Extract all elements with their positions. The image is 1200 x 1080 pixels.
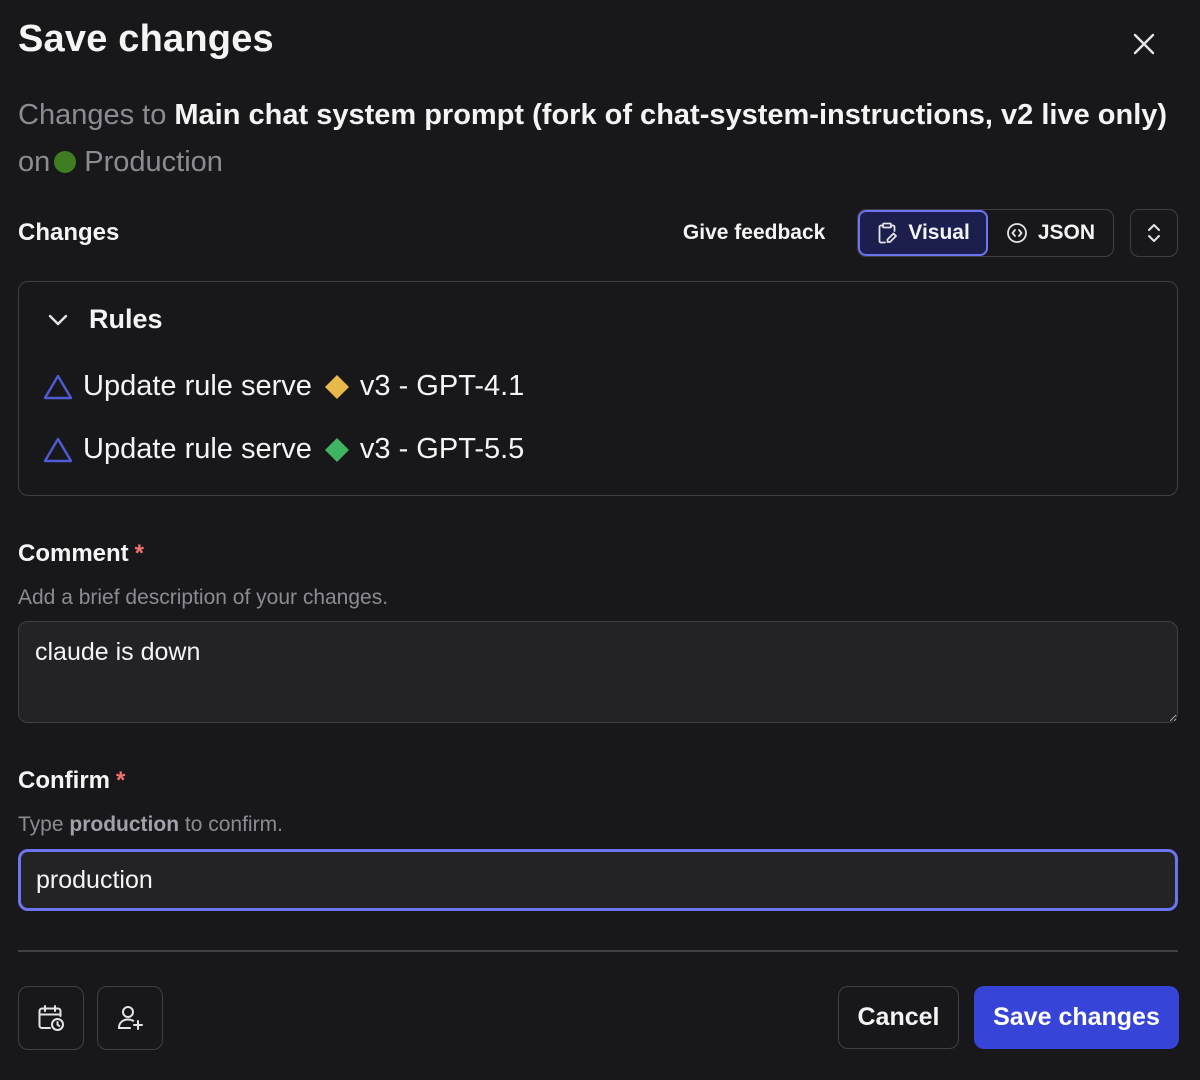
- rule-variant-name: v3 - GPT-4.1: [359, 370, 525, 402]
- close-button[interactable]: [1128, 28, 1160, 60]
- clipboard-edit-icon: [878, 222, 898, 244]
- rules-panel: Rules Update rule serve v3 - GPT-4.1 Upd…: [18, 281, 1178, 496]
- schedule-button[interactable]: [18, 986, 84, 1050]
- comment-label: Comment *: [18, 540, 144, 568]
- environment-status-dot: [54, 151, 77, 173]
- confirm-help-prefix: Type: [18, 813, 64, 836]
- calendar-clock-icon: [38, 1005, 64, 1031]
- user-plus-icon: [118, 1006, 143, 1030]
- triangle-icon: [43, 374, 73, 399]
- triangle-icon: [43, 437, 73, 462]
- close-icon: [1133, 33, 1155, 55]
- cancel-button[interactable]: Cancel: [838, 986, 959, 1049]
- rule-variant-name: v3 - GPT-5.5: [359, 433, 525, 465]
- save-changes-dialog: Save changes Changes to Main chat system…: [0, 0, 1200, 1080]
- rules-collapse-toggle[interactable]: Rules: [47, 304, 163, 335]
- subtitle-prefix: Changes to: [18, 99, 167, 131]
- confirm-input[interactable]: [18, 849, 1178, 911]
- dialog-subtitle: Changes to Main chat system prompt (fork…: [18, 92, 1178, 186]
- save-changes-button[interactable]: Save changes: [974, 986, 1179, 1049]
- chevron-down-icon: [48, 314, 68, 325]
- required-mark: *: [134, 540, 145, 567]
- confirm-help: Type production to confirm.: [18, 813, 283, 837]
- tab-json-label: JSON: [1037, 221, 1095, 244]
- tab-visual-label: Visual: [908, 221, 970, 244]
- expand-button[interactable]: [1130, 209, 1178, 257]
- rule-change-item: Update rule serve v3 - GPT-4.1: [43, 370, 524, 403]
- add-reviewer-button[interactable]: [97, 986, 163, 1050]
- variant-diamond-icon: [324, 374, 349, 399]
- view-toggle: Visual JSON: [857, 209, 1114, 257]
- chevrons-up-down-icon: [1148, 224, 1160, 242]
- tab-json[interactable]: JSON: [988, 210, 1113, 256]
- target-name: Main chat system prompt (fork of chat-sy…: [174, 99, 1168, 131]
- confirm-label: Confirm *: [18, 767, 125, 795]
- rule-change-text: Update rule serve: [83, 433, 312, 465]
- rule-change-item: Update rule serve v3 - GPT-5.5: [43, 433, 524, 466]
- environment-name: Production: [84, 146, 223, 178]
- tab-visual[interactable]: Visual: [858, 210, 988, 256]
- changes-toolbar: Changes Give feedback Visual JSON: [18, 208, 1178, 258]
- comment-textarea[interactable]: claude is down: [18, 621, 1178, 723]
- confirm-help-suffix: to confirm.: [184, 813, 283, 836]
- rule-change-text: Update rule serve: [83, 370, 312, 402]
- footer-divider: [18, 950, 1178, 952]
- required-mark: *: [116, 767, 126, 794]
- code-circle-icon: [1006, 223, 1027, 243]
- confirm-help-keyword: production: [69, 813, 180, 836]
- confirm-label-text: Confirm: [18, 767, 110, 794]
- subtitle-on: on: [18, 146, 51, 178]
- comment-help: Add a brief description of your changes.: [18, 586, 389, 609]
- variant-diamond-icon: [324, 437, 349, 462]
- comment-label-text: Comment: [18, 540, 129, 567]
- rules-heading: Rules: [89, 304, 163, 334]
- changes-heading: Changes: [18, 219, 120, 246]
- dialog-title: Save changes: [18, 18, 274, 60]
- give-feedback-link[interactable]: Give feedback: [683, 221, 825, 245]
